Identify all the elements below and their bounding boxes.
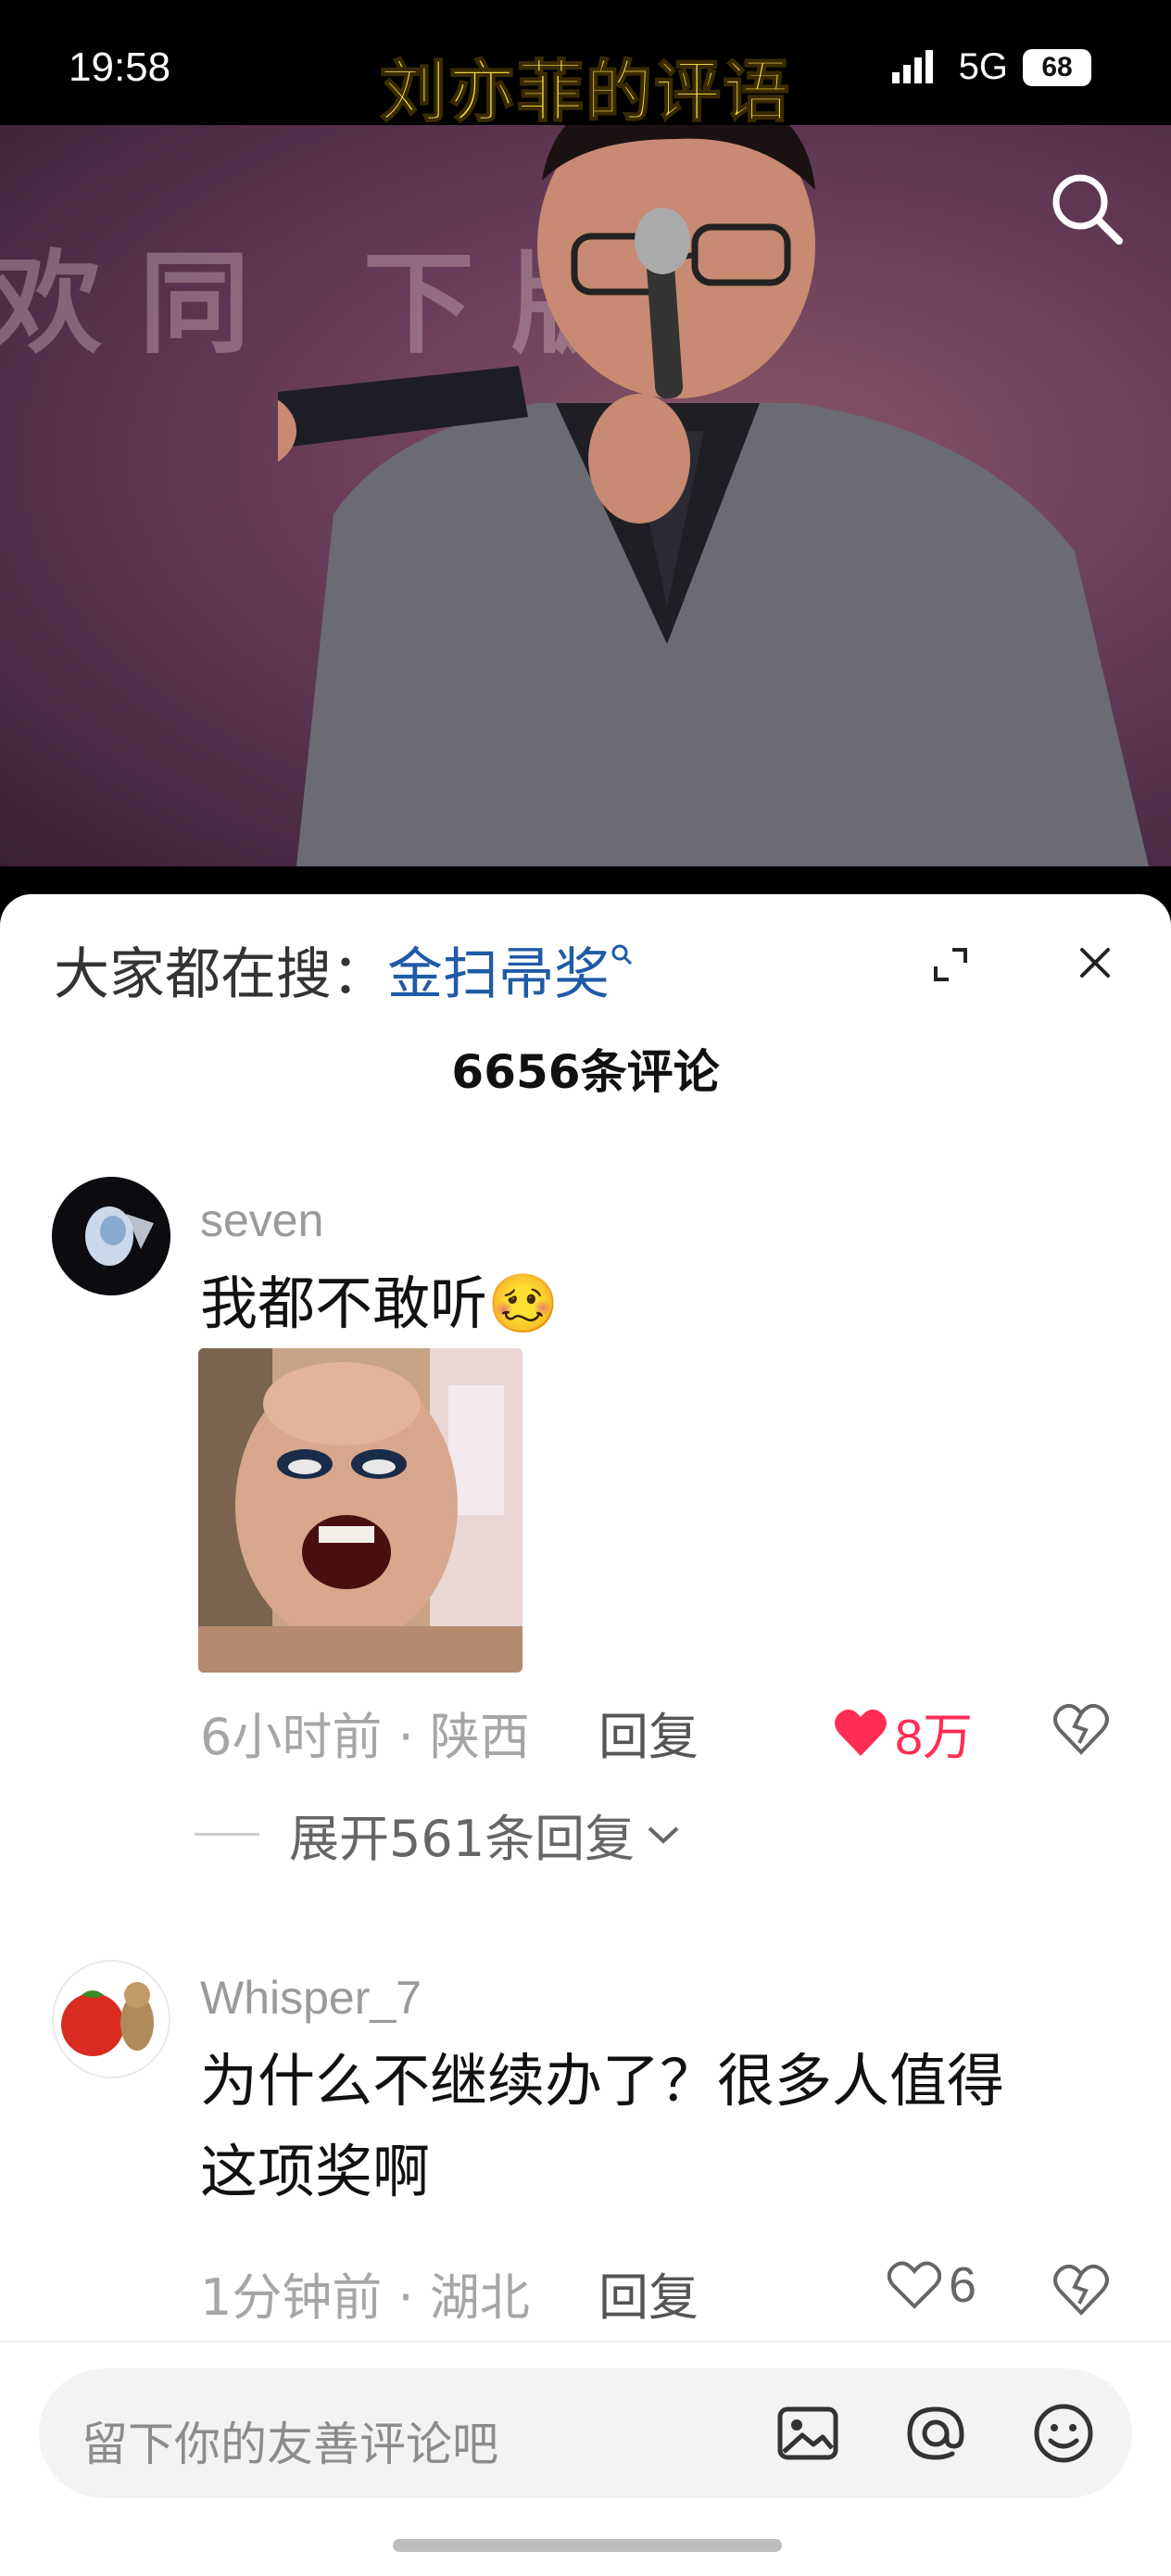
avatar-image — [52, 1177, 170, 1295]
signal-icon — [891, 49, 933, 83]
at-mention-icon[interactable] — [902, 2400, 969, 2467]
heart-icon — [835, 1709, 887, 1756]
comment-time-location: 1分钟前 · 湖北 — [200, 2268, 530, 2327]
comment-input-placeholder[interactable]: 留下你的友善评论吧 — [82, 2407, 498, 2474]
comment-text-body: 我都不敢听 — [200, 1269, 488, 1337]
reply-button[interactable]: 回复 — [598, 2256, 699, 2330]
home-indicator[interactable] — [393, 2539, 782, 2552]
comment-count: 6656条评论 — [451, 1045, 720, 1099]
dislike-icon[interactable] — [1052, 2261, 1110, 2318]
comment-text-line: 这项奖啊 — [200, 2138, 431, 2205]
hot-search-term[interactable]: 金扫帚奖 — [387, 942, 610, 1007]
expand-icon[interactable] — [928, 942, 973, 987]
video-frame: 欢同 下版 — [0, 125, 1171, 866]
search-icon[interactable] — [1047, 169, 1127, 248]
like-count: 8万 — [895, 1710, 974, 1765]
battery-icon: 68 — [1023, 48, 1091, 86]
avatar-image — [52, 1960, 170, 2078]
expand-replies-label: 展开561条回复 — [289, 1810, 636, 1868]
comment-input-bar[interactable]: 留下你的友善评论吧 — [39, 2368, 1132, 2498]
comment-item: Whisper_7 为什么不继续办了？很多人值得 这项奖啊 1分钟前 · 湖北 … — [0, 1960, 1171, 2330]
network-type: 5G — [958, 46, 1008, 87]
comment-text: 我都不敢听🥴 — [200, 1258, 559, 1349]
reply-button[interactable]: 回复 — [598, 1696, 699, 1769]
expand-replies-button[interactable]: 展开561条回复 — [195, 1798, 681, 1871]
comment-sheet: 大家都在搜：金扫帚奖 6656条评论 seven 我都不敢听🥴 6小时前 · 陕… — [0, 894, 1171, 2576]
comment-item: seven 我都不敢听🥴 6小时前 · 陕西 回复 8万 展开561条回复 — [0, 1177, 1171, 1868]
search-mini-icon — [611, 944, 633, 966]
comment-text: 为什么不继续办了？很多人值得 这项奖啊 — [200, 2036, 1004, 2217]
comment-username[interactable]: seven — [200, 1193, 323, 1247]
avatar[interactable] — [52, 1177, 170, 1295]
woozy-emoji-icon: 🥴 — [487, 1269, 560, 1337]
hot-search-label: 大家都在搜： — [54, 942, 387, 1007]
hot-search-bar[interactable]: 大家都在搜：金扫帚奖 — [54, 929, 634, 1010]
status-indicators: 5G 68 — [891, 46, 1091, 88]
like-button[interactable]: 6 — [888, 2256, 976, 2314]
comment-time-location: 6小时前 · 陕西 — [200, 1708, 530, 1766]
close-icon[interactable] — [1073, 941, 1117, 985]
video-player[interactable]: 欢同 下版 19:58 刘亦菲的评语 5G 68 — [0, 0, 1171, 927]
input-divider — [0, 2341, 1171, 2342]
like-count: 6 — [949, 2257, 977, 2313]
comment-username[interactable]: Whisper_7 — [200, 1971, 422, 2025]
video-speaker-figure — [278, 125, 1149, 866]
like-button[interactable]: 8万 — [834, 1696, 973, 1769]
comment-text-line: 为什么不继续办了？很多人值得 — [200, 2047, 1005, 2115]
comment-sticker-image[interactable] — [198, 1348, 523, 1673]
image-icon[interactable] — [774, 2400, 841, 2467]
status-bar: 19:58 刘亦菲的评语 5G 68 — [0, 0, 1171, 132]
divider-line — [195, 1833, 259, 1836]
dislike-icon[interactable] — [1052, 1700, 1110, 1758]
avatar[interactable] — [52, 1960, 170, 2078]
chevron-down-icon — [648, 1826, 679, 1844]
heart-outline-icon — [888, 2261, 941, 2309]
emoji-icon[interactable] — [1030, 2400, 1097, 2467]
